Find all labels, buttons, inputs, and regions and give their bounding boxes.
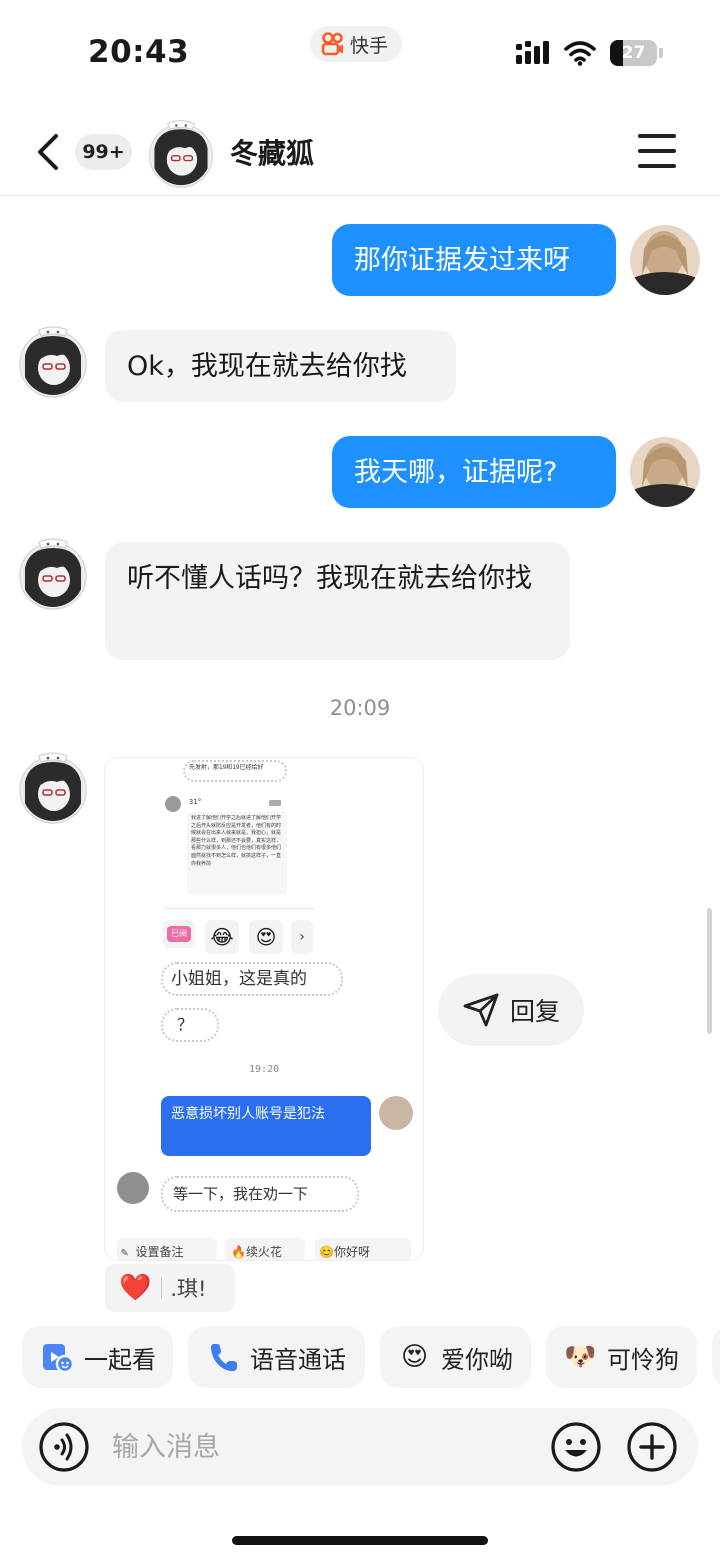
screenshot-handwritten-text: ？ — [177, 1015, 194, 1034]
screenshot-mini-avatar — [165, 796, 181, 812]
pitiful-dog-emoji: 🐶 — [564, 1342, 597, 1372]
quick-action-label: 语音通话 — [250, 1345, 346, 1374]
voice-call-button[interactable]: 语音通话 — [188, 1326, 365, 1388]
quick-action-label: 爱你呦 — [441, 1345, 513, 1374]
battery-text: 27 — [621, 43, 646, 63]
plus-icon[interactable] — [626, 1421, 678, 1473]
phone-icon — [206, 1340, 240, 1374]
screenshot-bottom-action: ✎ 设置备注 — [121, 1245, 184, 1259]
love-face-emoji: 😍 — [400, 1342, 429, 1372]
scrollbar[interactable] — [707, 908, 712, 1034]
screenshot-handwritten-text: 等一下，我在劝一下 — [173, 1185, 309, 1203]
screenshot-top-note: 先发射，那19和19已经给好 — [189, 764, 264, 771]
message-bubble-sent[interactable]: 那你证据发过来呀 — [332, 224, 616, 296]
contact-name[interactable]: 冬藏狐 — [230, 132, 314, 172]
message-bubble-sent[interactable]: 我天哪，证据呢? — [332, 436, 616, 508]
message-bubble-received[interactable]: 听不懂人话吗？我现在就去给你找 — [105, 542, 570, 660]
my-avatar[interactable] — [630, 225, 700, 295]
screenshot-time: 19:20 — [249, 1064, 280, 1075]
app-name: 快手 — [350, 34, 389, 57]
screenshot-bottom-action: 😊你好呀 — [319, 1245, 370, 1259]
message-bubble-received[interactable]: Ok，我现在就去给你找 — [105, 330, 456, 402]
unread-count-badge[interactable]: 99+ — [75, 134, 132, 170]
wifi-icon — [564, 41, 596, 66]
image-message[interactable]: 先发射，那19和19已经给好 31° 我进了解他们开学之后就进了解他们开学之后开… — [104, 757, 424, 1261]
contact-avatar[interactable] — [17, 322, 89, 398]
contact-avatar[interactable] — [146, 116, 216, 188]
back-chevron-icon[interactable] — [30, 130, 66, 174]
voice-input-icon[interactable] — [38, 1421, 90, 1473]
screenshot-sent-text: 恶意损坏别人账号是犯法 — [171, 1106, 325, 1122]
screenshot-dense-text: 我进了解他们开学之后就进了解他们开学之后开头就防反应是开发者，他们有的时候就会在… — [191, 815, 282, 867]
message-reaction[interactable]: ❤️ .琪! — [105, 1264, 235, 1312]
reply-button[interactable]: 回复 — [438, 974, 584, 1046]
quick-action-label: 可怜狗 — [607, 1345, 679, 1374]
cellular-signal-icon — [516, 41, 549, 64]
screenshot-image: 先发射，那19和19已经给好 31° 我进了解他们开学之后就进了解他们开学之后开… — [105, 758, 423, 1260]
battery-icon: 27 — [610, 40, 663, 66]
more-quick-action-button[interactable] — [712, 1326, 720, 1388]
app-indicator[interactable]: 快手 — [310, 26, 403, 62]
status-bar: 20:43 快手 27 — [0, 0, 720, 100]
chat-header: 99+ 冬藏狐 — [0, 100, 720, 196]
heart-icon: ❤️ — [119, 1273, 152, 1303]
menu-icon[interactable] — [638, 134, 678, 168]
screenshot-bottom-action: 🔥续火花 — [231, 1245, 282, 1259]
status-time: 20:43 — [88, 34, 190, 70]
screenshot-sender-tag: 31° — [189, 798, 202, 806]
emoji-icon[interactable] — [550, 1421, 602, 1473]
reply-label: 回复 — [509, 997, 560, 1026]
reaction-user-name: .琪! — [170, 1277, 207, 1301]
message-input-bar — [22, 1408, 698, 1486]
quick-actions: 一起看 语音通话 😍 爱你呦 🐶 可怜狗 — [22, 1326, 720, 1388]
screenshot-tag: 已阅 — [167, 926, 191, 942]
watch-together-icon — [40, 1340, 74, 1374]
message-input[interactable] — [112, 1422, 532, 1472]
quick-action-label: 一起看 — [84, 1345, 156, 1374]
pitiful-dog-sticker-button[interactable]: 🐶 可怜狗 — [546, 1326, 697, 1388]
contact-avatar[interactable] — [17, 748, 89, 824]
chat-timestamp: 20:09 — [329, 696, 391, 720]
love-you-sticker-button[interactable]: 😍 爱你呦 — [380, 1326, 531, 1388]
home-indicator[interactable] — [232, 1536, 488, 1545]
my-avatar[interactable] — [630, 437, 700, 507]
screenshot-handwritten-text: 小姐姐，这是真的 — [171, 969, 307, 989]
watch-together-button[interactable]: 一起看 — [22, 1326, 173, 1388]
kuaishou-logo-icon — [321, 32, 343, 56]
send-arrow-icon — [463, 993, 499, 1027]
contact-avatar[interactable] — [17, 534, 89, 610]
